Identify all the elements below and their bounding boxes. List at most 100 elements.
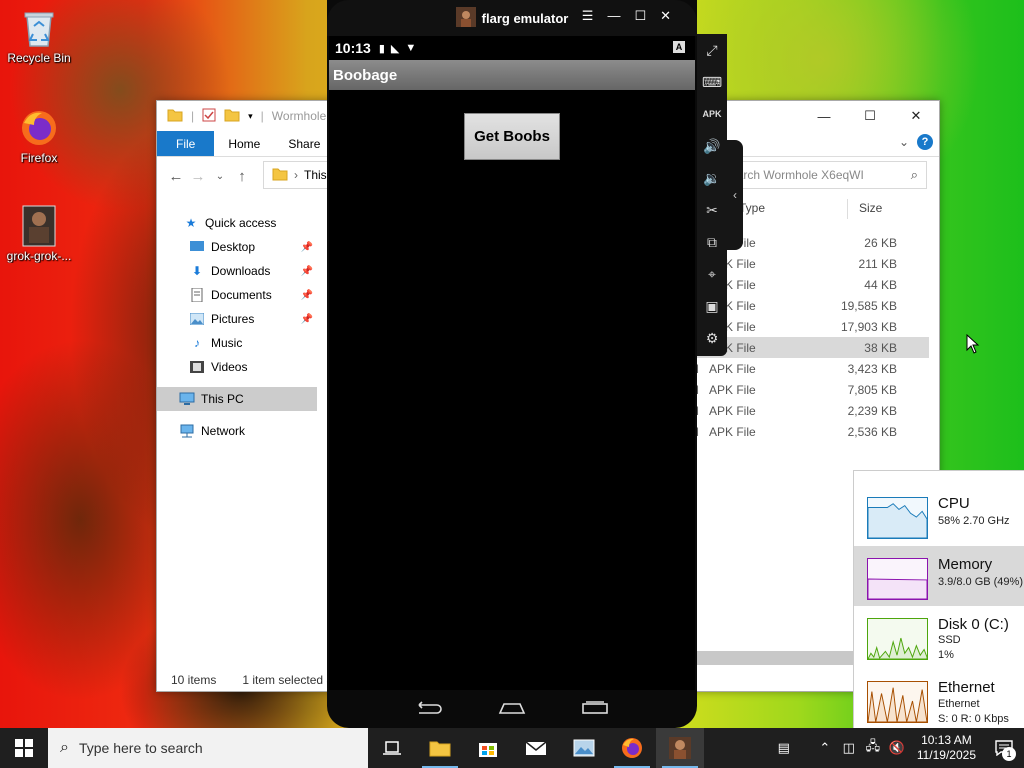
taskbar-mail[interactable]	[512, 728, 560, 768]
file-row[interactable]: MAPK File7,805 KB	[689, 379, 929, 400]
properties-icon[interactable]	[202, 108, 216, 125]
toolbar-divider: |	[191, 109, 195, 123]
perf-detail: 58% 2.70 GHz	[938, 515, 1010, 527]
recents-icon[interactable]	[581, 700, 609, 718]
minimize-button[interactable]: —	[801, 101, 847, 131]
file-row[interactable]: MAPK File2,239 KB	[689, 400, 929, 421]
search-input[interactable]: earch Wormhole X6eqWI ⌕	[717, 161, 927, 189]
navigation-pane: ★ Quick access Desktop 📌 ⬇ Downloads 📌 D…	[157, 211, 317, 443]
menu-icon[interactable]: ☰	[582, 8, 594, 24]
customize-toolbar-icon[interactable]: ▾	[248, 111, 253, 122]
image-file-icon	[19, 205, 59, 247]
file-row[interactable]: MAPK File3,423 KB	[689, 358, 929, 379]
nav-item-videos[interactable]: Videos	[157, 355, 317, 379]
nav-item-documents[interactable]: Documents 📌	[157, 283, 317, 307]
tab-share[interactable]: Share	[274, 131, 334, 156]
expand-ribbon-icon[interactable]: ⌄	[899, 135, 909, 149]
nav-item-this-pc[interactable]: This PC	[157, 387, 317, 411]
back-button[interactable]: ←	[165, 168, 187, 185]
taskbar-search-box[interactable]: ⌕ Type here to search	[48, 728, 368, 768]
volume-down-icon[interactable]: 🔉	[697, 162, 727, 194]
nav-item-desktop[interactable]: Desktop 📌	[157, 235, 317, 259]
sidebar-collapse-button[interactable]: ‹	[727, 140, 743, 250]
breadcrumb-separator: ›	[294, 168, 298, 182]
toolbar-divider: |	[260, 109, 264, 123]
mouse-cursor-icon	[966, 334, 980, 354]
perf-item-cpu[interactable]: CPU 58% 2.70 GHz	[854, 485, 1024, 545]
desktop-icon-firefox[interactable]: Firefox	[1, 108, 77, 165]
up-button[interactable]: ↑	[231, 168, 253, 185]
file-row[interactable]: MAPK File2,536 KB	[689, 421, 929, 442]
new-folder-icon[interactable]	[224, 108, 240, 125]
show-hidden-icons-chevron-icon[interactable]: ⌃	[813, 740, 837, 756]
start-button[interactable]	[0, 728, 48, 768]
scissors-icon[interactable]: ✂	[697, 194, 727, 226]
file-type: APK File	[709, 361, 756, 376]
action-center-button[interactable]: 1	[984, 728, 1024, 768]
get-boobs-button[interactable]: Get Boobs	[464, 113, 560, 160]
maximize-button[interactable]: ☐	[847, 101, 893, 131]
disk-graph	[867, 618, 928, 660]
maximize-button[interactable]: ☐	[634, 8, 646, 24]
taskbar-file-explorer[interactable]	[416, 728, 464, 768]
file-size: 44 KB	[864, 277, 897, 292]
breadcrumb[interactable]: This	[304, 168, 327, 182]
system-clock[interactable]: 10:13 AM 11/19/2025	[917, 733, 976, 763]
desktop-icon-recycle-bin[interactable]: Recycle Bin	[1, 8, 77, 65]
photos-icon	[573, 739, 595, 757]
task-view-button[interactable]	[368, 728, 416, 768]
volume-muted-icon[interactable]: 🔇	[885, 740, 909, 756]
desktop-icon-label: Firefox	[20, 151, 58, 165]
volume-up-icon[interactable]: 🔊	[697, 130, 727, 162]
nav-item-music[interactable]: ♪ Music	[157, 331, 317, 355]
back-icon[interactable]	[415, 700, 443, 718]
recent-locations-button[interactable]: ⌄	[209, 171, 231, 182]
fullscreen-icon[interactable]: ⤢	[697, 34, 727, 66]
settings-icon[interactable]: ⚙	[697, 322, 727, 354]
minimize-button[interactable]: —	[607, 8, 620, 24]
status-item-count: 10 items	[171, 673, 217, 687]
help-icon[interactable]: ?	[917, 134, 933, 150]
desktop-icon-image-file[interactable]: grok-grok-...	[1, 205, 77, 263]
search-placeholder: Type here to search	[78, 740, 203, 756]
desktop: Recycle Bin Firefox grok-grok-... | ▾ | …	[0, 0, 1024, 728]
taskbar-emulator[interactable]	[656, 728, 704, 768]
nav-item-label: Music	[211, 336, 243, 350]
perf-item-disk[interactable]: Disk 0 (C:) SSD 1%	[854, 606, 1024, 666]
close-button[interactable]: ✕	[660, 8, 671, 24]
meet-now-icon[interactable]: ◫	[837, 740, 861, 756]
window-controls: — ☐ ✕	[801, 101, 939, 131]
nav-item-network[interactable]: Network	[157, 419, 317, 443]
keyboard-layout-icon[interactable]: ▤	[767, 740, 801, 756]
nav-item-downloads[interactable]: ⬇ Downloads 📌	[157, 259, 317, 283]
nav-item-pictures[interactable]: Pictures 📌	[157, 307, 317, 331]
location-icon[interactable]: ⌖	[697, 258, 727, 290]
taskbar-photos[interactable]	[560, 728, 608, 768]
forward-button[interactable]: →	[187, 168, 209, 185]
file-size: 2,536 KB	[847, 424, 897, 439]
firefox-icon	[622, 738, 642, 758]
status-selected-label: 1 item selected	[242, 673, 324, 687]
perf-item-ethernet[interactable]: Ethernet Ethernet S: 0 R: 0 Kbps	[854, 671, 1024, 728]
documents-icon	[189, 287, 205, 303]
taskbar-store[interactable]	[464, 728, 512, 768]
column-header-size[interactable]: Size	[859, 201, 882, 215]
mail-icon	[525, 741, 547, 755]
close-button[interactable]: ✕	[893, 101, 939, 131]
home-icon[interactable]	[498, 701, 526, 718]
keyboard-icon[interactable]: ⌨	[697, 66, 727, 98]
emulator-titlebar[interactable]: flarg emulator ☰ — ☐ ✕	[327, 0, 697, 36]
install-apk-icon[interactable]: APK	[697, 98, 727, 130]
taskbar-firefox[interactable]	[608, 728, 656, 768]
multi-instance-icon[interactable]: ⧉	[697, 226, 727, 258]
file-size: 211 KB	[858, 256, 897, 271]
network-icon[interactable]: 🖧	[861, 737, 885, 759]
tab-home[interactable]: Home	[214, 131, 274, 156]
star-icon: ★	[185, 216, 197, 230]
column-divider[interactable]	[847, 199, 848, 219]
nav-item-quick-access[interactable]: ★ Quick access	[157, 211, 317, 235]
perf-item-memory[interactable]: Memory 3.9/8.0 GB (49%)	[854, 546, 1024, 606]
windows-icon	[15, 739, 33, 757]
shake-icon[interactable]: ▣	[697, 290, 727, 322]
tab-file[interactable]: File	[157, 131, 215, 156]
